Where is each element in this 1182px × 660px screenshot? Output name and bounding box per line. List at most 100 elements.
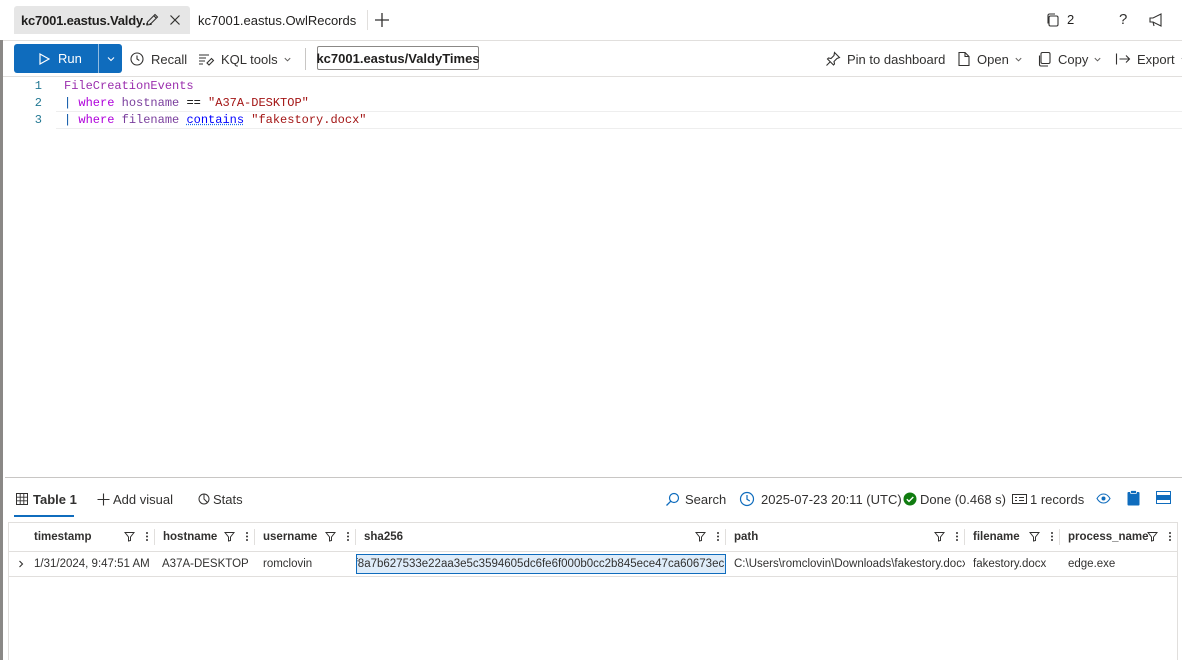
- table-row[interactable]: 1/31/2024, 9:47:51 AM A37A-DESKTOP romcl…: [9, 552, 1177, 577]
- help-icon[interactable]: ?: [1119, 11, 1127, 28]
- chevron-down-icon: [1093, 55, 1102, 64]
- records-label: 1 records: [1030, 492, 1084, 507]
- column-header-username[interactable]: username: [255, 523, 356, 551]
- filter-icon[interactable]: [325, 531, 336, 542]
- feedback-megaphone-icon[interactable]: [1147, 11, 1165, 29]
- done-label: Done (0.468 s): [920, 492, 1006, 507]
- filter-icon[interactable]: [695, 531, 706, 542]
- records-icon: [1012, 493, 1027, 505]
- operator-token: contains: [186, 113, 244, 127]
- column-name: sha256: [364, 531, 403, 543]
- cell-filename[interactable]: fakestory.docx: [973, 552, 1060, 576]
- recall-button[interactable]: Recall: [129, 49, 187, 69]
- export-icon: [1115, 51, 1131, 67]
- pencil-icon[interactable]: [144, 12, 160, 28]
- column-header-timestamp[interactable]: timestamp: [26, 523, 155, 551]
- more-options-icon[interactable]: [245, 531, 249, 542]
- column-name: path: [734, 531, 758, 543]
- add-visual-label: Add visual: [113, 492, 173, 507]
- column-token: filename: [122, 113, 180, 127]
- copies-icon[interactable]: [1044, 11, 1062, 29]
- code-line-2[interactable]: | where hostname == "A37A-DESKTOP": [64, 96, 309, 110]
- column-header-path[interactable]: path: [726, 523, 965, 551]
- cell-timestamp[interactable]: 1/31/2024, 9:47:51 AM: [34, 552, 155, 576]
- column-name: process_name: [1068, 531, 1149, 543]
- filter-icon[interactable]: [1029, 531, 1040, 542]
- timestamp-label: 2025-07-23 20:11 (UTC): [761, 492, 902, 507]
- filter-icon[interactable]: [934, 531, 945, 542]
- column-name: timestamp: [34, 531, 92, 543]
- results-search-button[interactable]: Search: [665, 489, 726, 509]
- copy-label: Copy: [1058, 52, 1088, 67]
- close-icon[interactable]: [167, 12, 183, 28]
- run-button[interactable]: Run: [14, 44, 122, 73]
- more-options-icon[interactable]: [716, 531, 720, 542]
- code-line-3[interactable]: | where filename contains "fakestory.doc…: [64, 113, 366, 127]
- tab-valdytimes[interactable]: kc7001.eastus.Valdy...: [14, 6, 190, 34]
- database-selector[interactable]: kc7001.eastus/ValdyTimes: [317, 46, 479, 70]
- export-button[interactable]: Export: [1115, 49, 1182, 69]
- more-options-icon[interactable]: [346, 531, 350, 542]
- kql-tools-label: KQL tools: [221, 52, 278, 67]
- more-options-icon[interactable]: [955, 531, 959, 542]
- column-name: filename: [973, 531, 1020, 543]
- plus-icon: [97, 493, 110, 506]
- expand-row-chevron-icon[interactable]: [13, 552, 29, 576]
- table-1-tab[interactable]: Table 1: [16, 489, 77, 509]
- filter-icon[interactable]: [124, 531, 135, 542]
- run-dropdown-button[interactable]: [99, 44, 122, 73]
- query-status: Done (0.468 s): [903, 489, 1006, 509]
- column-header-hostname[interactable]: hostname: [155, 523, 255, 551]
- cell-sha256-selected[interactable]: 5f8a7b627533e22aa3e5c3594605dc6fe6f000b0…: [356, 554, 726, 574]
- code-line-1[interactable]: FileCreationEvents: [64, 79, 194, 93]
- query-timestamp: 2025-07-23 20:11 (UTC): [739, 489, 902, 509]
- keyword-token: where: [78, 96, 114, 110]
- stats-icon: [198, 493, 210, 505]
- stats-tab[interactable]: Stats: [198, 489, 243, 509]
- chevron-down-icon: [1014, 55, 1023, 64]
- operator-token: ==: [186, 96, 200, 110]
- cell-hostname[interactable]: A37A-DESKTOP: [162, 552, 255, 576]
- kql-tools-button[interactable]: KQL tools: [198, 49, 292, 69]
- more-options-icon[interactable]: [1050, 531, 1054, 542]
- split-view-icon[interactable]: [1156, 491, 1171, 504]
- line-number: 2: [20, 96, 42, 110]
- table-name-token: FileCreationEvents: [64, 79, 194, 93]
- column-name: username: [263, 531, 317, 543]
- column-header-filename[interactable]: filename: [965, 523, 1060, 551]
- add-visual-button[interactable]: Add visual: [97, 489, 173, 509]
- tab-label: kc7001.eastus.OwlRecords: [198, 13, 356, 28]
- results-header: Table 1 Add visual Stats Search 2025-07-…: [0, 478, 1182, 518]
- tab-owlrecords[interactable]: kc7001.eastus.OwlRecords: [196, 6, 356, 34]
- stats-label: Stats: [213, 492, 243, 507]
- filter-icon[interactable]: [224, 531, 235, 542]
- copy-button[interactable]: Copy: [1038, 49, 1102, 69]
- search-label: Search: [685, 492, 726, 507]
- column-name: hostname: [163, 531, 217, 543]
- toolbar-divider: [305, 48, 306, 70]
- query-editor[interactable]: 1 FileCreationEvents 2 | where hostname …: [0, 77, 1182, 477]
- open-button[interactable]: Open: [957, 49, 1023, 69]
- more-options-icon[interactable]: [1168, 531, 1172, 542]
- pin-to-dashboard-button[interactable]: Pin to dashboard: [825, 49, 945, 69]
- open-label: Open: [977, 52, 1009, 67]
- chevron-down-icon: [283, 55, 292, 64]
- cell-path[interactable]: C:\Users\romclovin\Downloads\fakestory.d…: [734, 552, 965, 576]
- cell-process-name[interactable]: edge.exe: [1068, 552, 1178, 576]
- clipboard-icon[interactable]: [1127, 490, 1140, 506]
- run-label: Run: [58, 51, 82, 66]
- eye-icon[interactable]: [1096, 492, 1111, 505]
- line-number: 3: [20, 113, 42, 127]
- table-icon: [16, 493, 28, 505]
- string-token: "A37A-DESKTOP": [208, 96, 309, 110]
- cell-username[interactable]: romclovin: [263, 552, 356, 576]
- add-tab-icon[interactable]: [373, 11, 391, 29]
- column-header-sha256[interactable]: sha256: [356, 523, 726, 551]
- run-main[interactable]: Run: [14, 44, 98, 73]
- column-header-process-name[interactable]: process_name: [1060, 523, 1178, 551]
- export-label: Export: [1137, 52, 1175, 67]
- pin-icon: [825, 51, 841, 67]
- more-options-icon[interactable]: [145, 531, 149, 542]
- record-count: 1 records: [1012, 489, 1084, 509]
- filter-icon[interactable]: [1147, 531, 1158, 542]
